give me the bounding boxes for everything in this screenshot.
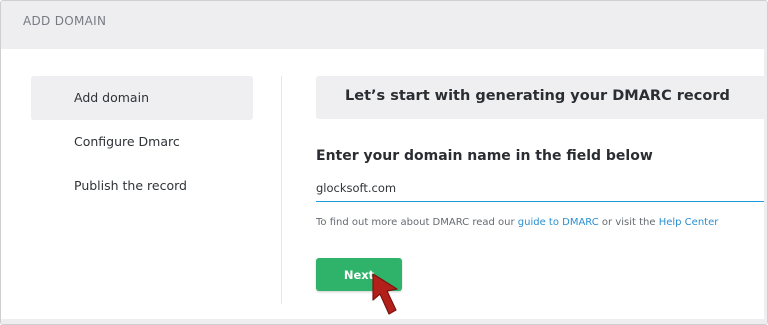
banner-text: Let’s start with generating your DMARC r… <box>345 88 730 104</box>
sidebar-step-configure-dmarc[interactable]: Configure Dmarc <box>31 120 253 164</box>
sidebar-step-add-domain[interactable]: Add domain <box>31 76 253 120</box>
help-center-link[interactable]: Help Center <box>659 217 719 228</box>
panel-title: ADD DOMAIN <box>23 14 107 28</box>
hint-prefix: To find out more about DMARC read our <box>316 217 518 228</box>
panel-header: ADD DOMAIN <box>1 1 767 49</box>
guide-to-dmarc-link[interactable]: guide to DMARC <box>518 217 599 228</box>
vertical-divider <box>281 76 282 304</box>
steps-sidebar: Add domain Configure Dmarc Publish the r… <box>31 76 253 208</box>
intro-banner: Let’s start with generating your DMARC r… <box>316 76 767 119</box>
domain-input[interactable] <box>316 175 764 202</box>
help-hint: To find out more about DMARC read our gu… <box>316 217 718 228</box>
red-arrow-pointer-icon <box>372 273 398 315</box>
domain-field-label: Enter your domain name in the field belo… <box>316 148 653 164</box>
right-edge-strip <box>764 49 767 324</box>
sidebar-step-publish-record[interactable]: Publish the record <box>31 164 253 208</box>
hint-middle: or visit the <box>598 217 659 228</box>
